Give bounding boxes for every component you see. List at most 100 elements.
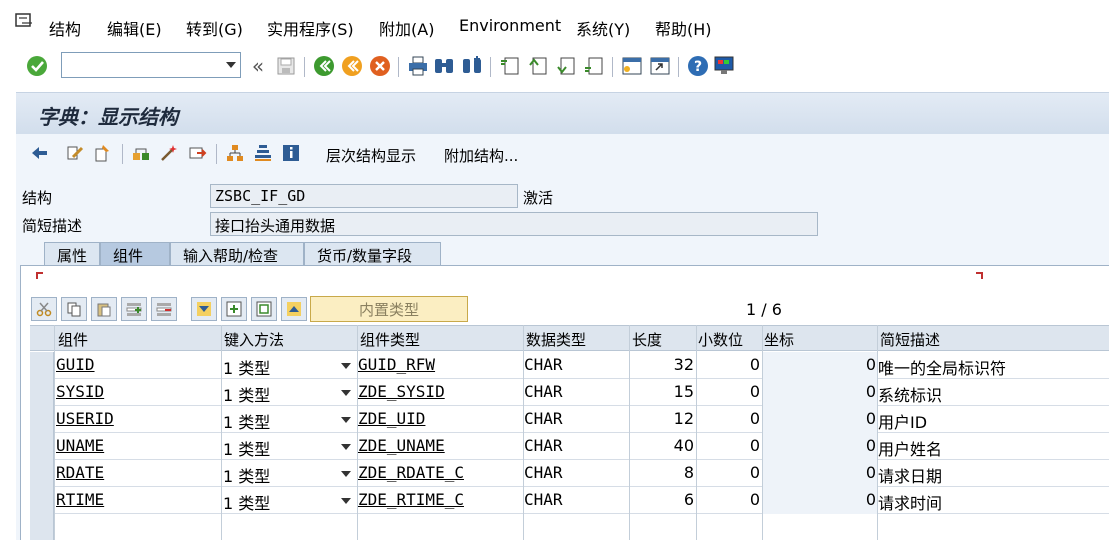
copy-icon[interactable] [61, 297, 87, 321]
paste-icon[interactable] [91, 297, 117, 321]
coordinate-cell[interactable]: 0 [763, 436, 876, 455]
chevron-down-icon[interactable] [341, 390, 351, 396]
shortcut-icon[interactable] [648, 54, 672, 78]
component-name-cell[interactable]: RDATE [56, 463, 104, 482]
menu-utilities[interactable]: 实用程序(S) [267, 16, 354, 40]
typing-method-cell[interactable]: 1 类型 [223, 436, 270, 460]
chevron-down-icon[interactable] [341, 471, 351, 477]
print-icon[interactable] [406, 54, 430, 78]
col-short-description[interactable]: 简短描述 [880, 329, 940, 350]
decimals-cell[interactable]: 0 [697, 490, 760, 509]
help-icon[interactable]: ? [686, 54, 710, 78]
append-structure-button[interactable]: 附加结构... [444, 145, 518, 166]
row-selector[interactable] [30, 379, 54, 406]
menu-environment[interactable]: Environment [459, 16, 561, 35]
builtin-type-button[interactable]: 内置类型 [310, 296, 468, 322]
length-cell[interactable]: 40 [630, 436, 694, 455]
prev-page-icon[interactable] [526, 54, 550, 78]
length-cell[interactable]: 32 [630, 355, 694, 374]
chevron-down-icon[interactable] [341, 498, 351, 504]
menu-help[interactable]: 帮助(H) [655, 16, 712, 40]
component-type-cell[interactable]: GUID_RFW [358, 355, 435, 374]
decimals-cell[interactable]: 0 [697, 436, 760, 455]
short-description-cell[interactable]: 用户姓名 [878, 436, 942, 460]
col-component-type[interactable]: 组件类型 [360, 329, 420, 350]
component-type-cell[interactable]: ZDE_RTIME_C [358, 490, 464, 509]
exit-icon[interactable] [340, 54, 364, 78]
decimals-cell[interactable]: 0 [697, 382, 760, 401]
short-description-cell[interactable]: 系统标识 [878, 382, 942, 406]
menu-system[interactable]: 系统(Y) [576, 16, 630, 40]
col-typing-method[interactable]: 键入方法 [224, 329, 284, 350]
decimals-cell[interactable]: 0 [697, 409, 760, 428]
table-row[interactable]: GUID 1 类型 GUID_RFW CHAR 32 0 0 唯一的全局标识符 [30, 352, 1109, 379]
component-type-cell[interactable]: ZDE_UID [358, 409, 425, 428]
short-description-cell[interactable]: 唯一的全局标识符 [878, 355, 1006, 379]
col-data-type[interactable]: 数据类型 [526, 329, 586, 350]
tab-attributes[interactable]: 属性 [44, 242, 100, 266]
row-selector[interactable] [30, 433, 54, 460]
coordinate-cell[interactable]: 0 [763, 355, 876, 374]
short-description-cell[interactable]: 请求日期 [878, 463, 942, 487]
component-name-cell[interactable]: GUID [56, 355, 95, 374]
chevron-down-icon[interactable] [226, 62, 236, 68]
coordinate-cell[interactable]: 0 [763, 490, 876, 509]
expand-icon[interactable] [221, 297, 247, 321]
decimals-cell[interactable]: 0 [697, 463, 760, 482]
short-description-cell[interactable]: 用户ID [878, 409, 927, 433]
chevron-down-icon[interactable] [341, 444, 351, 450]
delete-row-icon[interactable] [151, 297, 177, 321]
length-cell[interactable]: 15 [630, 382, 694, 401]
component-type-cell[interactable]: ZDE_RDATE_C [358, 463, 464, 482]
where-used-icon[interactable] [224, 142, 246, 164]
col-length[interactable]: 长度 [632, 329, 662, 350]
info-icon[interactable] [280, 142, 302, 164]
hierarchy-display-button[interactable]: 层次结构显示 [326, 145, 416, 166]
tab-currency-quantity[interactable]: 货币/数量字段 [304, 242, 441, 266]
cancel-icon[interactable] [368, 54, 392, 78]
menu-extras[interactable]: 附加(A) [379, 16, 434, 40]
chevron-down-icon[interactable] [341, 417, 351, 423]
insert-row-icon[interactable] [121, 297, 147, 321]
data-type-cell[interactable]: CHAR [524, 355, 563, 374]
new-session-icon[interactable] [620, 54, 644, 78]
back-icon[interactable] [312, 54, 336, 78]
col-component[interactable]: 组件 [58, 329, 88, 350]
command-field[interactable] [61, 52, 241, 78]
activate-icon[interactable] [158, 142, 180, 164]
data-type-cell[interactable]: CHAR [524, 436, 563, 455]
find-icon[interactable] [432, 54, 456, 78]
check-icon[interactable] [130, 142, 152, 164]
tab-components[interactable]: 组件 [100, 242, 170, 266]
typing-method-cell[interactable]: 1 类型 [223, 409, 270, 433]
table-row[interactable]: SYSID 1 类型 ZDE_SYSID CHAR 15 0 0 系统标识 [30, 379, 1109, 406]
table-row[interactable]: UNAME 1 类型 ZDE_UNAME CHAR 40 0 0 用户姓名 [30, 433, 1109, 460]
short-description-cell[interactable]: 请求时间 [878, 490, 942, 514]
table-row[interactable]: USERID 1 类型 ZDE_UID CHAR 12 0 0 用户ID [30, 406, 1109, 433]
menu-goto[interactable]: 转到(G) [186, 16, 243, 40]
component-type-cell[interactable]: ZDE_SYSID [358, 382, 445, 401]
data-type-cell[interactable]: CHAR [524, 409, 563, 428]
collapse-icon[interactable] [251, 297, 277, 321]
col-decimals[interactable]: 小数位 [698, 329, 743, 350]
menu-structure[interactable]: 结构 [49, 16, 81, 40]
sort-up-icon[interactable] [281, 297, 307, 321]
next-page-icon[interactable] [554, 54, 578, 78]
save-icon[interactable] [274, 54, 298, 78]
sort-down-icon[interactable] [191, 297, 217, 321]
display-change-icon[interactable] [64, 142, 86, 164]
typing-method-cell[interactable]: 1 类型 [223, 382, 270, 406]
row-selector[interactable] [30, 514, 54, 540]
row-selector[interactable] [30, 406, 54, 433]
menu-edit[interactable]: 编辑(E) [107, 16, 162, 40]
enter-icon[interactable] [25, 54, 49, 78]
component-name-cell[interactable]: RTIME [56, 490, 104, 509]
typing-method-cell[interactable]: 1 类型 [223, 463, 270, 487]
back-double-icon[interactable]: « [246, 54, 270, 78]
row-selector[interactable] [30, 460, 54, 487]
other-object-icon[interactable] [28, 142, 50, 164]
length-cell[interactable]: 6 [630, 490, 694, 509]
customize-layout-icon[interactable] [712, 54, 736, 78]
find-next-icon[interactable] [460, 54, 484, 78]
col-coordinate[interactable]: 坐标 [764, 329, 794, 350]
